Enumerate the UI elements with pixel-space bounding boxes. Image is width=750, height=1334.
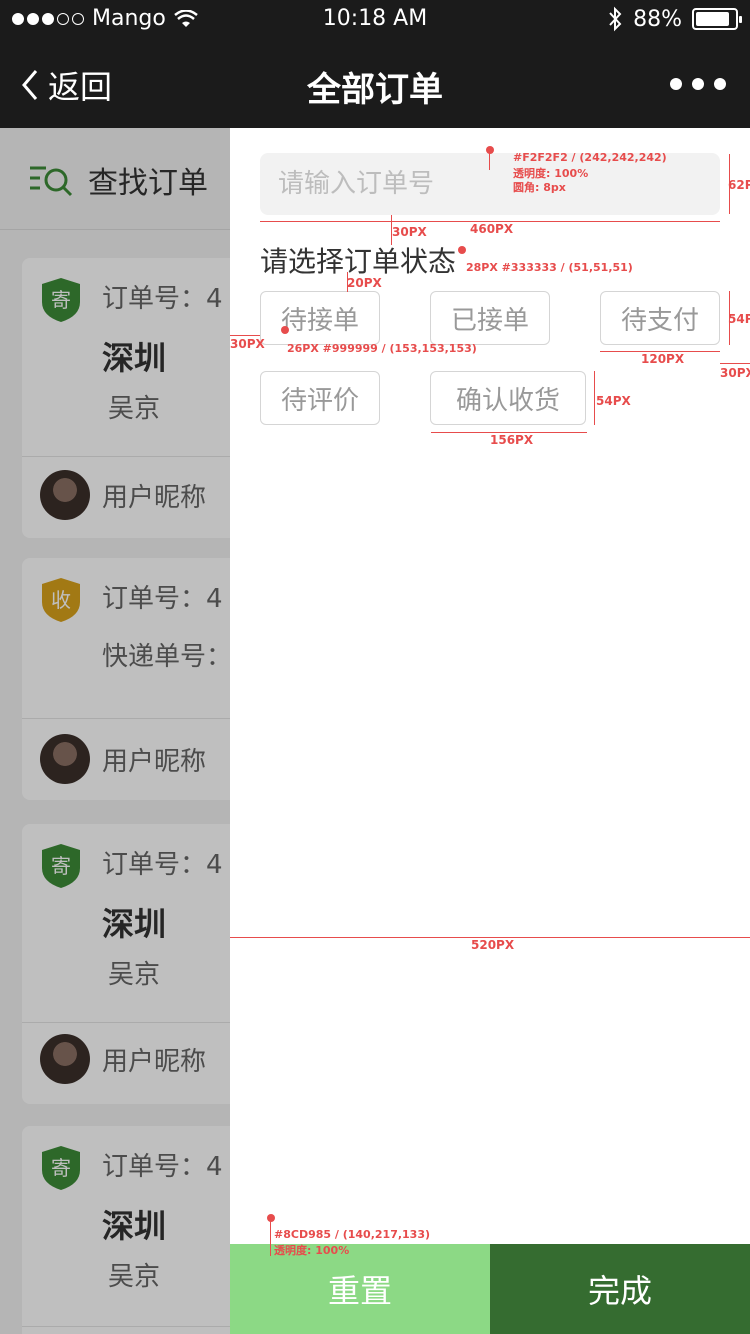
nav-bar: 返回 全部订单 <box>0 40 750 128</box>
spec-right-30: 30PX <box>720 366 750 380</box>
spec-pin <box>281 326 289 334</box>
status-pending-payment-button[interactable]: 待支付 <box>600 291 720 345</box>
spec-line <box>270 1220 271 1256</box>
spec-panel-width: 520PX <box>471 938 515 952</box>
status-confirm-receipt-button[interactable]: 确认收货 <box>430 371 586 425</box>
status-accepted-button[interactable]: 已接单 <box>430 291 550 345</box>
spec-line <box>720 363 750 364</box>
reset-button[interactable]: 重置 <box>230 1244 490 1334</box>
spec-reset-color: #8CD985 / (140,217,133) <box>274 1228 431 1241</box>
battery-percent: 88% <box>633 6 682 32</box>
status-right: 88% <box>607 6 742 32</box>
spec-input-color: #F2F2F2 / (242,242,242) <box>513 151 667 164</box>
spec-line <box>230 335 260 336</box>
battery-icon <box>692 8 742 30</box>
spec-pin <box>486 146 494 154</box>
spec-button-text: 26PX #999999 / (153,153,153) <box>287 342 477 355</box>
more-dot-icon <box>670 78 682 90</box>
status-heading: 请选择订单状态 <box>260 245 457 278</box>
bluetooth-icon <box>609 6 622 32</box>
more-dot-icon <box>714 78 726 90</box>
page-title: 全部订单 <box>307 70 443 110</box>
spec-input-height: 62P <box>728 178 750 192</box>
spec-pin <box>267 1214 275 1222</box>
more-button[interactable] <box>670 78 726 90</box>
spec-reset-opacity: 透明度: 100% <box>274 1244 350 1257</box>
spec-button-width-120: 120PX <box>641 352 685 366</box>
spec-gap-30: 30PX <box>392 225 427 239</box>
spec-gap-20: 20PX <box>347 276 382 290</box>
spec-line <box>489 152 490 170</box>
more-dot-icon <box>692 78 704 90</box>
overlay-scrim[interactable] <box>0 128 230 1334</box>
spec-pin <box>458 246 466 254</box>
spec-button-height-2: 54PX <box>596 394 631 408</box>
status-bar: Mango 10:18 AM 88% <box>0 0 750 40</box>
spec-input-width: 460PX <box>470 222 514 236</box>
status-pending-accept-button[interactable]: 待接单 <box>260 291 380 345</box>
spec-button-height: 54P <box>728 312 750 326</box>
spec-left-30: 30PX <box>230 337 265 351</box>
spec-button-width-156: 156PX <box>490 433 534 447</box>
done-button[interactable]: 完成 <box>490 1244 750 1334</box>
status-pending-review-button[interactable]: 待评价 <box>260 371 380 425</box>
spec-line <box>594 371 595 425</box>
spec-heading: 28PX #333333 / (51,51,51) <box>466 261 633 274</box>
spec-input-radius: 圆角: 8px <box>513 181 566 194</box>
filter-panel: 请选择订单状态 待接单 已接单 待支付 待评价 确认收货 <box>230 128 750 1334</box>
